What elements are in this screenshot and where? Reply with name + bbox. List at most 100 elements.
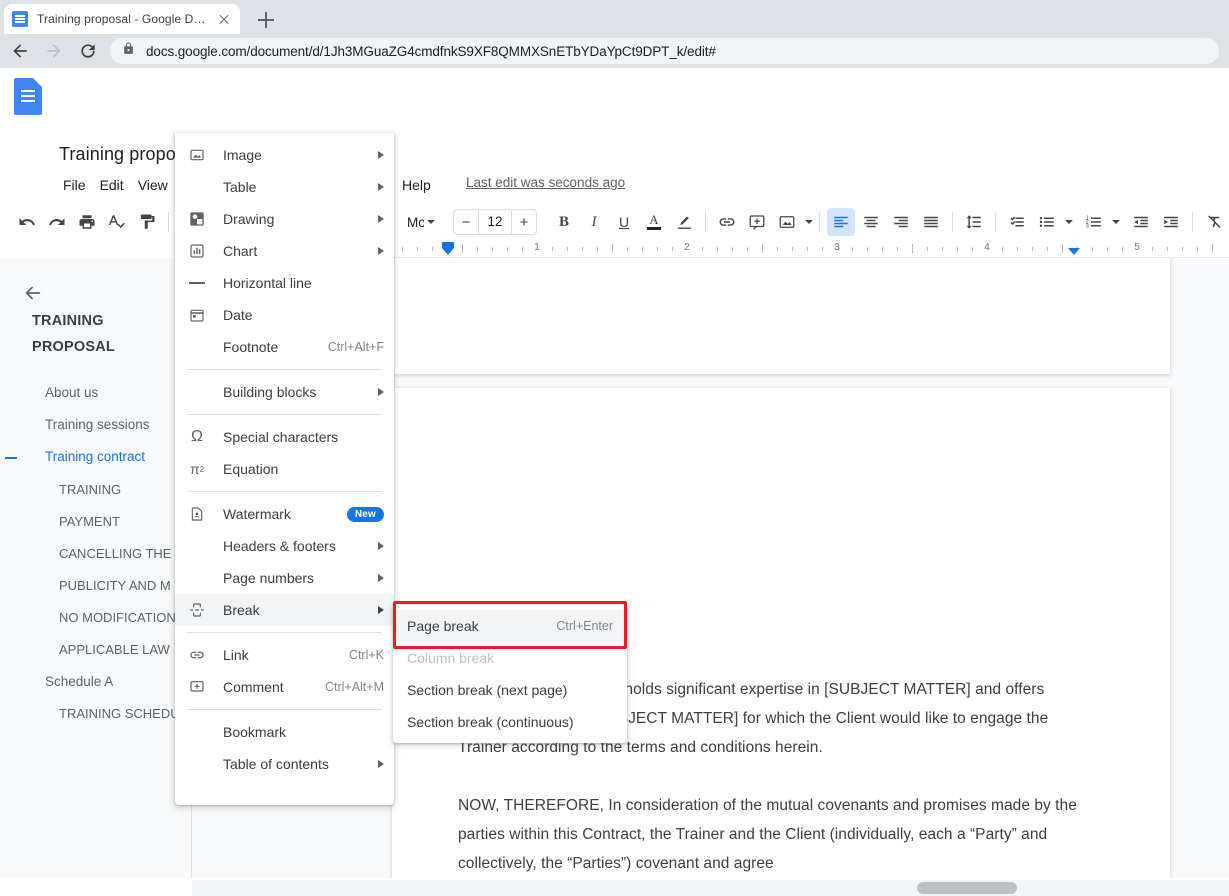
ruler-number: 5: [1134, 242, 1140, 253]
menu-item-bookmark[interactable]: Bookmark: [175, 716, 394, 748]
menu-item-chart[interactable]: Chart: [175, 235, 394, 267]
align-left-button[interactable]: [827, 208, 855, 236]
menu-item-label: Comment: [223, 679, 284, 695]
back-button[interactable]: [6, 37, 34, 65]
insert-link-icon[interactable]: [713, 208, 741, 236]
undo-icon[interactable]: [13, 208, 41, 236]
align-justify-button[interactable]: [917, 208, 945, 236]
outline-item-training[interactable]: TRAINING: [59, 481, 121, 499]
last-edit-status[interactable]: Last edit was seconds ago: [466, 175, 625, 190]
text-color-swatch: [647, 227, 661, 230]
toolbar-divider: [1192, 212, 1193, 232]
menu-item-page-numbers[interactable]: Page numbers: [175, 562, 394, 594]
align-right-button[interactable]: [887, 208, 915, 236]
menu-item-equation[interactable]: π2 Equation: [175, 453, 394, 485]
menu-item-image[interactable]: Image: [175, 139, 394, 171]
horizontal-ruler[interactable]: 1 2 3 4 5: [392, 240, 1229, 258]
left-indent-marker[interactable]: [442, 248, 454, 255]
menu-file[interactable]: File: [56, 174, 93, 196]
insert-menu-dropdown[interactable]: Image Table Drawing Chart Horizontal lin…: [175, 133, 394, 805]
outline-item-schedule-a[interactable]: Schedule A: [45, 673, 113, 691]
outline-item-cancelling-the[interactable]: CANCELLING THE: [59, 545, 171, 563]
outline-item-no-modification[interactable]: NO MODIFICATION: [59, 609, 176, 627]
outline-item-training-contract[interactable]: Training contract: [45, 448, 145, 466]
ruler-number: 2: [684, 242, 690, 253]
menu-item-table[interactable]: Table: [175, 171, 394, 203]
font-size-input[interactable]: 12: [478, 210, 512, 234]
forward-button[interactable]: [40, 37, 68, 65]
menu-item-watermark[interactable]: Watermark New: [175, 498, 394, 530]
address-bar[interactable]: docs.google.com/document/d/1Jh3MGuaZG4cm…: [110, 38, 1219, 64]
outline-item-training-schedu[interactable]: TRAINING SCHEDU: [59, 705, 180, 723]
spellcheck-icon[interactable]: [103, 208, 131, 236]
menu-item-special-characters[interactable]: Ω Special characters: [175, 421, 394, 453]
bold-button[interactable]: B: [550, 208, 578, 236]
browser-tab[interactable]: Training proposal - Google Docs: [4, 4, 240, 34]
new-tab-button[interactable]: [252, 6, 280, 34]
right-indent-marker[interactable]: [1068, 248, 1080, 255]
menu-item-label: Page numbers: [223, 570, 315, 586]
close-outline-icon[interactable]: [22, 282, 46, 306]
menu-item-break[interactable]: Break: [175, 594, 394, 626]
numbered-list-icon[interactable]: 123: [1080, 208, 1108, 236]
toolbar-divider: [168, 212, 169, 232]
close-icon[interactable]: [216, 11, 232, 27]
browser-chrome: Training proposal - Google Docs docs.goo…: [0, 0, 1229, 68]
submenu-item-page-break[interactable]: Page break Ctrl+Enter: [393, 610, 627, 642]
clear-formatting-icon[interactable]: [1200, 208, 1228, 236]
insert-image-icon[interactable]: [773, 208, 801, 236]
document-paragraph[interactable]: NOW, THEREFORE, In consideration of the …: [458, 791, 1090, 878]
horizontal-scrollbar[interactable]: [192, 880, 1229, 896]
text-color-button[interactable]: A: [640, 208, 668, 236]
menu-item-link[interactable]: Link Ctrl+K: [175, 639, 394, 671]
chevron-down-icon[interactable]: [805, 220, 813, 224]
menu-help[interactable]: Help: [395, 174, 438, 196]
menu-item-drawing[interactable]: Drawing: [175, 203, 394, 235]
italic-button[interactable]: I: [580, 208, 608, 236]
font-size-decrease-button[interactable]: −: [454, 210, 478, 234]
line-spacing-icon[interactable]: [960, 208, 988, 236]
horizontal-scrollbar-thumb[interactable]: [917, 882, 1017, 894]
increase-indent-icon[interactable]: [1157, 208, 1185, 236]
chevron-down-icon[interactable]: [1112, 220, 1120, 224]
menu-item-building-blocks[interactable]: Building blocks: [175, 376, 394, 408]
align-center-button[interactable]: [857, 208, 885, 236]
link-icon: [187, 645, 207, 665]
font-family-selector[interactable]: Montserrat: [407, 215, 424, 230]
menu-view[interactable]: View: [131, 174, 175, 196]
menu-item-headers-footers[interactable]: Headers & footers: [175, 530, 394, 562]
toolbar-divider: [952, 212, 953, 232]
break-submenu[interactable]: Page break Ctrl+Enter Column break Secti…: [393, 604, 627, 743]
document-page-previous[interactable]: 1: [392, 258, 1170, 374]
paint-format-icon[interactable]: [133, 208, 161, 236]
chevron-down-icon[interactable]: [1065, 220, 1073, 224]
underline-button[interactable]: U: [610, 208, 638, 236]
font-size-increase-button[interactable]: +: [512, 210, 536, 234]
submenu-item-label: Section break (next page): [407, 682, 568, 698]
menu-item-footnote[interactable]: Footnote Ctrl+Alt+F: [175, 331, 394, 363]
bulleted-list-icon[interactable]: [1033, 208, 1061, 236]
menu-item-table-of-contents[interactable]: Table of contents: [175, 748, 394, 780]
menu-item-horizontal-line[interactable]: Horizontal line: [175, 267, 394, 299]
decrease-indent-icon[interactable]: [1127, 208, 1155, 236]
menu-edit[interactable]: Edit: [93, 174, 131, 196]
print-icon[interactable]: [73, 208, 101, 236]
checklist-icon[interactable]: [1003, 208, 1031, 236]
outline-item-about-us[interactable]: About us: [45, 384, 98, 402]
outline-item-payment[interactable]: PAYMENT: [59, 513, 120, 531]
outline-item-training-sessions[interactable]: Training sessions: [45, 416, 150, 434]
redo-icon[interactable]: [43, 208, 71, 236]
outline-item-applicable-law[interactable]: APPLICABLE LAW: [59, 641, 170, 659]
reload-button[interactable]: [74, 37, 102, 65]
docs-logo-icon[interactable]: [14, 78, 42, 115]
submenu-item-section-break-next-page[interactable]: Section break (next page): [393, 674, 627, 706]
menu-item-date[interactable]: Date: [175, 299, 394, 331]
submenu-item-section-break-continuous[interactable]: Section break (continuous): [393, 706, 627, 738]
chevron-down-icon[interactable]: [427, 220, 435, 224]
menu-item-comment[interactable]: Comment Ctrl+Alt+M: [175, 671, 394, 703]
toolbar-divider: [995, 212, 996, 232]
add-comment-icon[interactable]: [743, 208, 771, 236]
outline-item-publicity-and-m[interactable]: PUBLICITY AND M: [59, 577, 171, 595]
highlight-color-icon[interactable]: [670, 208, 698, 236]
google-docs-icon: [12, 11, 28, 27]
